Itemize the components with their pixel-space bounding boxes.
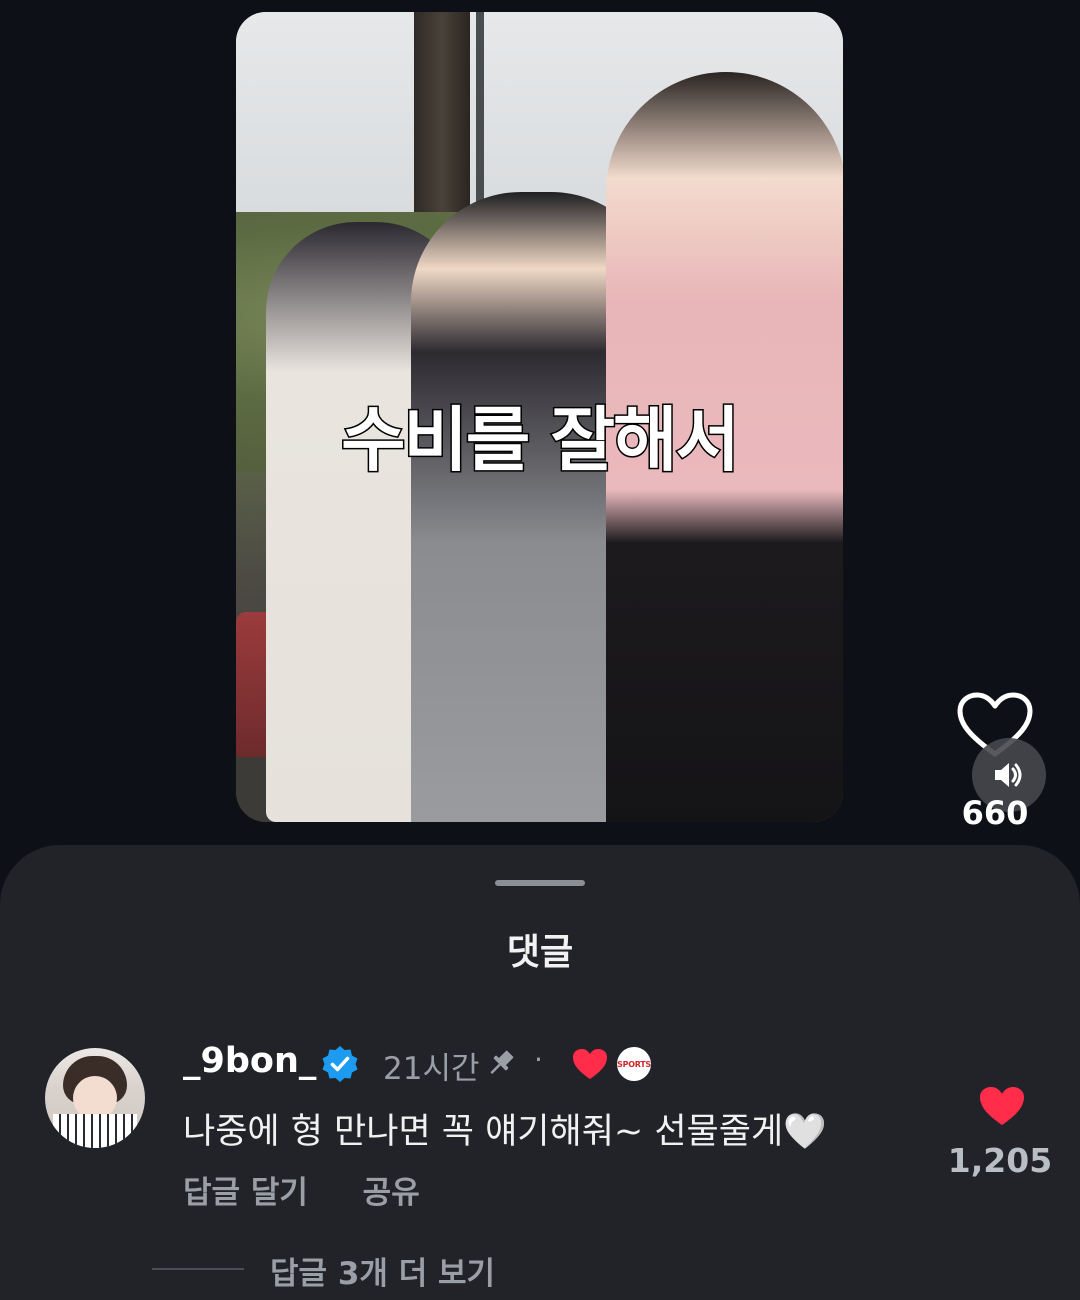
share-button[interactable]: 공유 xyxy=(363,1175,420,1211)
comment-like-count: 1,205 xyxy=(947,1141,1053,1180)
view-more-replies-button[interactable]: 답글 3개 더 보기 xyxy=(270,1248,495,1293)
avatar[interactable] xyxy=(45,1048,145,1148)
comment-actions: 답글 달기 공유 xyxy=(183,1167,420,1212)
comments-sheet: 댓글 _9bon_ 21시간 · SPORTS 나중에 형 만나면 꼭 얘기해줘… xyxy=(0,845,1080,1300)
badge-label: SPORTS xyxy=(617,1059,651,1069)
replies-divider xyxy=(152,1268,244,1270)
creator-liked-heart-icon xyxy=(573,1049,607,1079)
creator-avatar-badge: SPORTS xyxy=(617,1047,651,1081)
speaker-icon xyxy=(995,763,1022,787)
video-like-count: 660 xyxy=(961,794,1029,832)
reply-button[interactable]: 답글 달기 xyxy=(183,1175,308,1211)
comment-username[interactable]: _9bon_ xyxy=(183,1041,316,1081)
verified-badge-icon xyxy=(322,1046,358,1082)
sheet-title: 댓글 xyxy=(506,932,574,973)
video-caption: 수비를 잘해서 xyxy=(340,398,742,483)
meta-separator: · xyxy=(534,1043,543,1076)
comment-text: 나중에 형 만나면 꼭 얘기해줘~ 선물줄게🤍 xyxy=(183,1112,827,1152)
pin-icon xyxy=(490,1050,514,1074)
sheet-drag-handle[interactable] xyxy=(495,880,585,886)
screen: 수비를 잘해서 660 댓글 _9bon_ 21시간 · SPORTS 나중에 … xyxy=(0,0,1080,1300)
comment-like-heart-icon[interactable] xyxy=(978,1085,1026,1127)
comment-timestamp: 21시간 xyxy=(383,1051,480,1087)
video-player[interactable]: 수비를 잘해서 xyxy=(236,12,843,822)
